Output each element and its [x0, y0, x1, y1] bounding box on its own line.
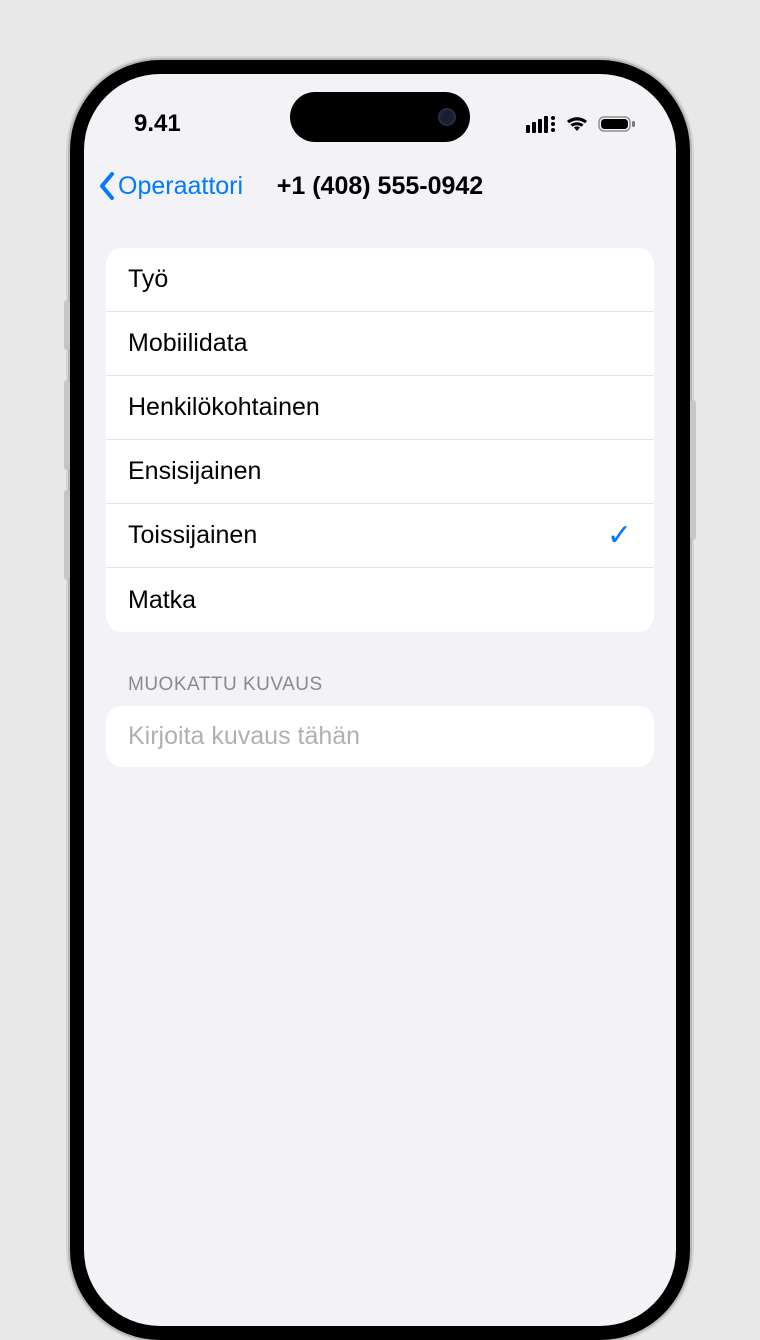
- wifi-icon: [564, 115, 590, 133]
- label-text: Ensisijainen: [128, 457, 261, 486]
- label-text: Henkilökohtainen: [128, 393, 320, 422]
- status-time: 9.41: [134, 110, 181, 138]
- label-option-work[interactable]: Työ: [106, 248, 654, 312]
- dynamic-island: [290, 92, 470, 142]
- label-option-travel[interactable]: Matka: [106, 568, 654, 632]
- checkmark-icon: ✓: [607, 518, 632, 553]
- label-option-personal[interactable]: Henkilökohtainen: [106, 376, 654, 440]
- phone-frame: 9.41: [70, 60, 690, 1340]
- label-option-cellular-data[interactable]: Mobiilidata: [106, 312, 654, 376]
- label-text: Työ: [128, 265, 168, 294]
- label-text: Mobiilidata: [128, 329, 248, 358]
- silent-switch: [64, 300, 70, 350]
- custom-label-group: [106, 706, 654, 767]
- custom-label-header: MUOKATTU KUVAUS: [106, 632, 654, 706]
- screen: 9.41: [84, 74, 676, 1326]
- status-indicators: [526, 115, 636, 133]
- content-area: Työ Mobiilidata Henkilökohtainen Ensisij…: [84, 218, 676, 767]
- battery-icon: [598, 115, 636, 133]
- navigation-bar: Operaattori +1 (408) 555-0942: [84, 154, 676, 218]
- volume-up-button: [64, 380, 70, 470]
- camera-icon: [438, 108, 456, 126]
- cellular-icon: [526, 115, 556, 133]
- volume-down-button: [64, 490, 70, 580]
- label-text: Matka: [128, 586, 196, 615]
- power-button: [690, 400, 696, 540]
- label-list: Työ Mobiilidata Henkilökohtainen Ensisij…: [106, 248, 654, 632]
- label-option-secondary[interactable]: Toissijainen ✓: [106, 504, 654, 568]
- custom-label-input[interactable]: [128, 722, 632, 751]
- back-label: Operaattori: [118, 172, 243, 201]
- back-button[interactable]: Operaattori: [98, 171, 243, 201]
- label-text: Toissijainen: [128, 521, 257, 550]
- chevron-left-icon: [98, 171, 116, 201]
- label-option-primary[interactable]: Ensisijainen: [106, 440, 654, 504]
